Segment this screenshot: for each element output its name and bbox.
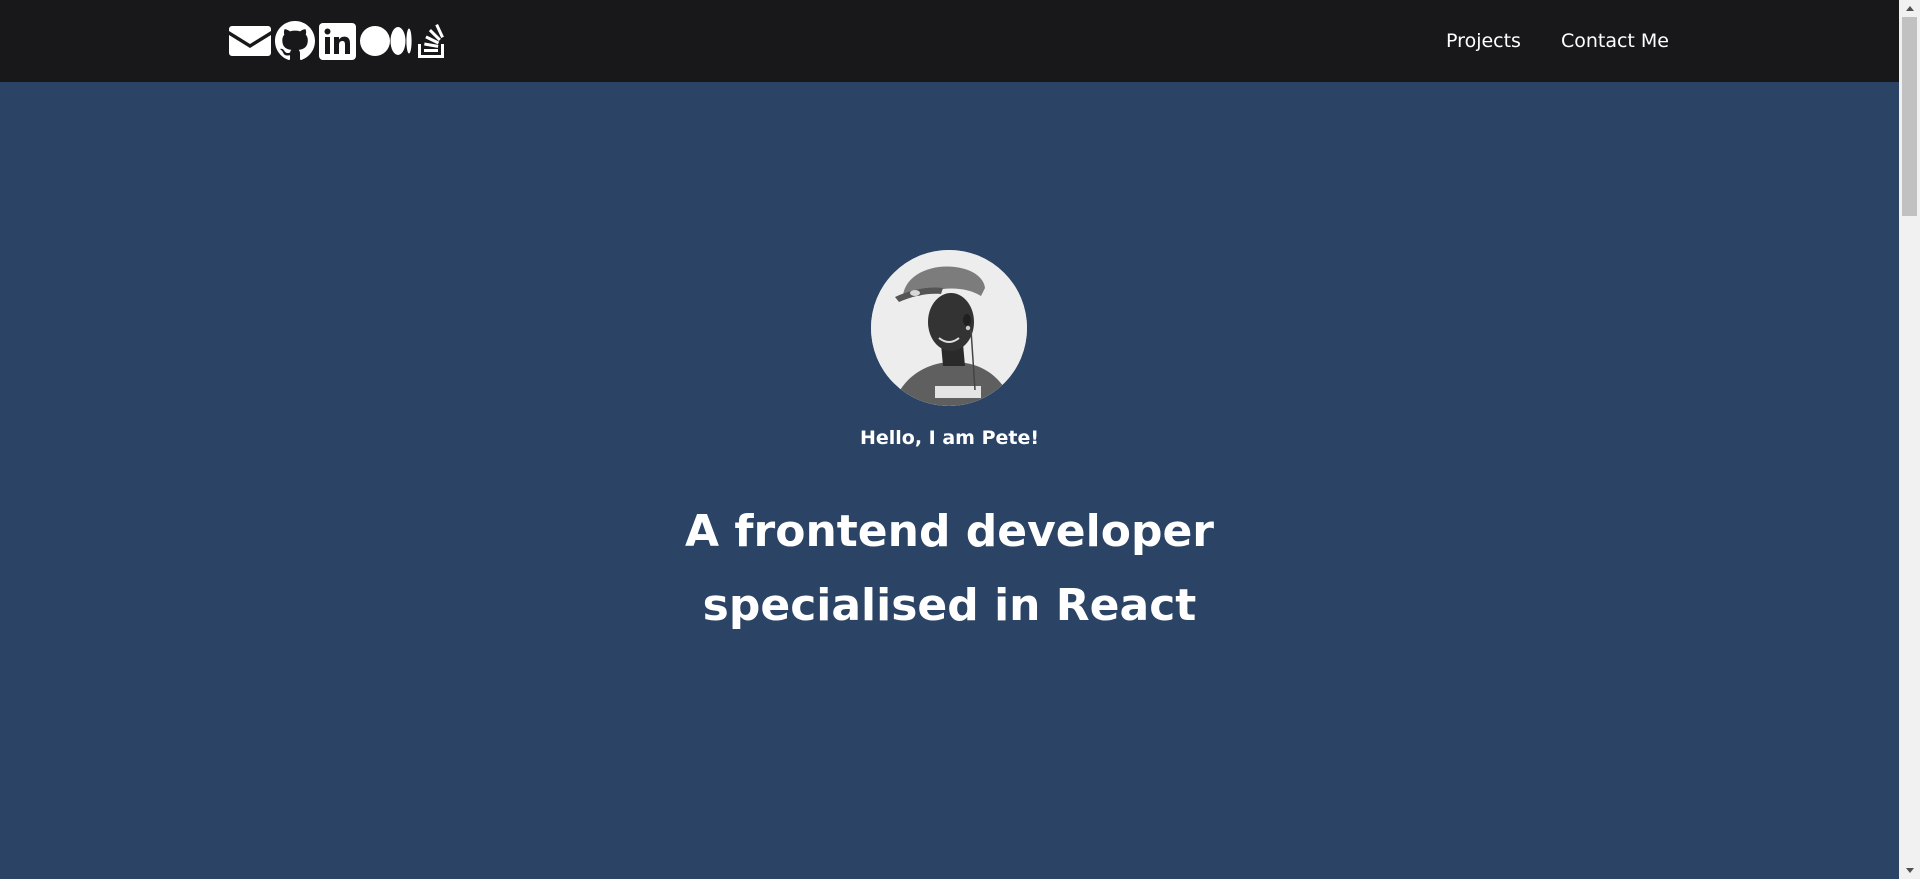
scroll-thumb[interactable]: [1902, 17, 1917, 216]
headline-line-1: A frontend developer: [685, 506, 1214, 557]
linkedin-link[interactable]: [319, 20, 356, 62]
main-nav: Projects Contact Me: [1446, 0, 1669, 82]
hero-headline: A frontend developer specialised in Reac…: [0, 495, 1899, 643]
scroll-up-button[interactable]: [1899, 0, 1920, 17]
vertical-scrollbar[interactable]: [1899, 0, 1920, 879]
nav-link-contact[interactable]: Contact Me: [1561, 30, 1669, 52]
social-links: [229, 20, 450, 62]
scroll-down-arrow-icon: [1905, 868, 1914, 873]
stackoverflow-icon: [418, 24, 444, 58]
email-link[interactable]: [229, 20, 271, 62]
medium-icon: [360, 26, 412, 56]
stackoverflow-link[interactable]: [416, 20, 450, 62]
hero-section: Hello, I am Pete! A frontend developer s…: [0, 82, 1899, 879]
greeting-text: Hello, I am Pete!: [859, 427, 1040, 449]
headline-line-2: specialised in React: [702, 580, 1197, 631]
scroll-down-button[interactable]: [1899, 862, 1920, 879]
profile-avatar: [871, 250, 1027, 406]
linkedin-icon: [319, 22, 356, 60]
github-icon: [275, 21, 315, 61]
top-navbar: Projects Contact Me: [0, 0, 1899, 82]
profile-photo: [871, 250, 1027, 406]
page: Projects Contact Me Hello, I am Pete! A …: [0, 0, 1920, 879]
scroll-up-arrow-icon: [1905, 6, 1914, 11]
github-link[interactable]: [275, 20, 315, 62]
medium-link[interactable]: [360, 20, 412, 62]
nav-link-projects[interactable]: Projects: [1446, 30, 1521, 52]
envelope-icon: [229, 26, 271, 56]
